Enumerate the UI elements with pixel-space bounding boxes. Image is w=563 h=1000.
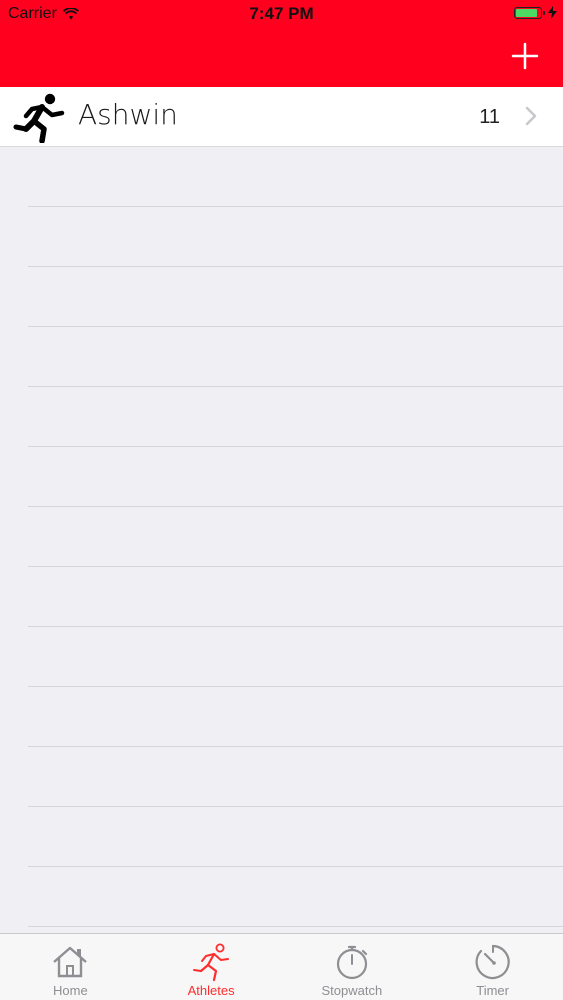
status-time: 7:47 PM — [249, 4, 314, 23]
battery-fill — [516, 8, 537, 17]
battery-group — [514, 6, 557, 19]
charging-bolt-icon — [548, 6, 557, 19]
empty-row — [28, 267, 563, 327]
empty-row — [28, 567, 563, 627]
plus-icon — [511, 42, 539, 70]
tab-stopwatch[interactable]: Stopwatch — [282, 934, 423, 1000]
tab-athletes[interactable]: Athletes — [141, 934, 282, 1000]
tab-bar: Home Athletes Stopwatch Timer — [0, 933, 563, 1000]
empty-row — [28, 867, 563, 927]
timer-icon — [475, 944, 510, 980]
tab-timer-label: Timer — [476, 983, 509, 998]
tab-athletes-label: Athletes — [187, 983, 235, 998]
tab-home[interactable]: Home — [0, 934, 141, 1000]
navigation-header: Carrier 7:47 PM — [0, 0, 563, 87]
battery-icon — [514, 6, 545, 19]
empty-row — [28, 387, 563, 447]
tab-home-label: Home — [53, 983, 88, 998]
empty-row — [28, 507, 563, 567]
empty-table-rows — [0, 147, 563, 927]
tab-timer[interactable]: Timer — [422, 934, 563, 1000]
empty-row — [28, 687, 563, 747]
chevron-right-icon — [525, 106, 537, 126]
empty-row — [28, 807, 563, 867]
empty-row — [28, 207, 563, 267]
athlete-row-ashwin[interactable]: Ashwin 11 — [0, 87, 563, 147]
stopwatch-icon — [336, 945, 367, 980]
tab-stopwatch-label: Stopwatch — [321, 983, 383, 998]
empty-row — [28, 747, 563, 807]
status-bar: Carrier 7:47 PM — [0, 0, 563, 30]
empty-row — [28, 447, 563, 507]
athlete-count: 11 — [479, 106, 500, 128]
empty-row — [28, 627, 563, 687]
home-icon — [53, 946, 88, 978]
athlete-name: Ashwin — [78, 98, 178, 131]
runner-icon — [193, 943, 230, 982]
add-athlete-button[interactable] — [509, 40, 541, 72]
runner-icon — [13, 93, 65, 143]
empty-row — [28, 147, 563, 207]
empty-row — [28, 327, 563, 387]
